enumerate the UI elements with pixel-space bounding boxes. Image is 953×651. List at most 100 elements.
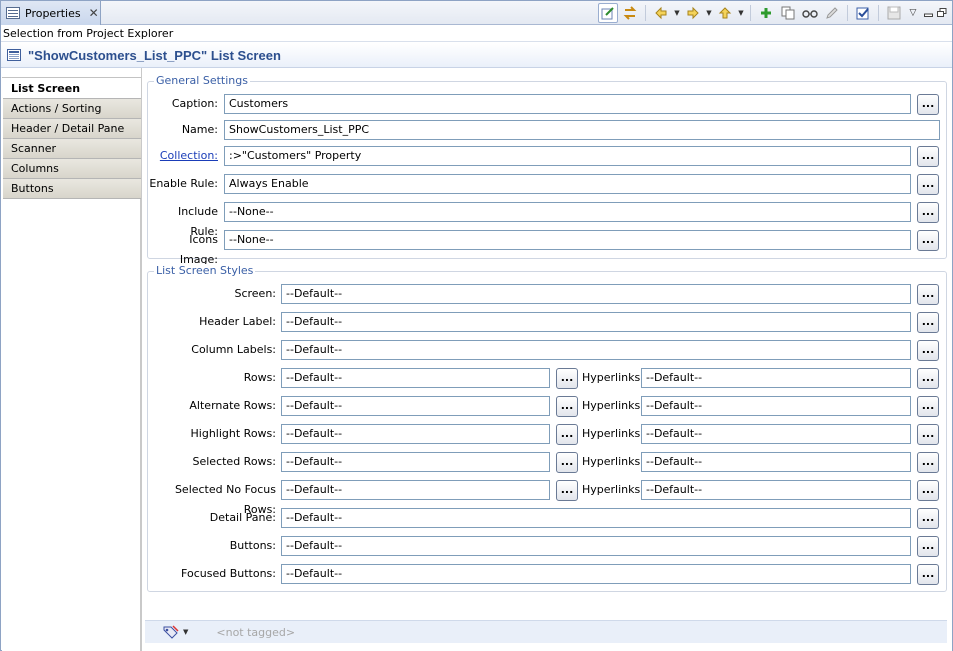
rows-style-field[interactable]: --Default-- <box>281 368 550 388</box>
tag-status: <not tagged> <box>216 625 296 639</box>
toolbar-separator <box>847 5 848 21</box>
screen-style-field[interactable]: --Default-- <box>281 284 911 304</box>
name-field[interactable]: ShowCustomers_List_PPC <box>224 120 940 140</box>
selected-rows-hyperlinks-label: Hyperlinks: <box>582 455 644 468</box>
enable-rule-field[interactable]: Always Enable <box>224 174 911 194</box>
section-tabs-background <box>2 199 141 651</box>
focused-buttons-style-browse-button[interactable]: ... <box>917 564 939 585</box>
selected-rows-style-field[interactable]: --Default-- <box>281 452 550 472</box>
selected-no-focus-rows-hyperlinks-label: Hyperlinks: <box>582 483 644 496</box>
buttons-style-browse-button[interactable]: ... <box>917 536 939 557</box>
include-rule-field[interactable]: --None-- <box>224 202 911 222</box>
up-menu-icon[interactable]: ▼ <box>737 3 745 23</box>
buttons-style-label: Buttons: <box>229 539 276 552</box>
tag-menu-chevron-down-icon[interactable]: ▼ <box>183 628 188 636</box>
highlight-rows-style-field[interactable]: --Default-- <box>281 424 550 444</box>
enable-rule-label: Enable Rule: <box>149 177 218 190</box>
minimize-icon[interactable] <box>922 3 934 23</box>
forward-menu-icon[interactable]: ▼ <box>705 3 713 23</box>
header-label-style-label: Header Label: <box>199 315 276 328</box>
general-settings-group: General Settings Caption: Customers ... … <box>147 74 947 266</box>
collection-browse-button[interactable]: ... <box>917 146 939 167</box>
view-menu-icon[interactable]: ▽ <box>906 3 920 23</box>
caption-browse-button[interactable]: ... <box>917 94 939 115</box>
alternate-rows-style-browse-button[interactable]: ... <box>556 396 578 417</box>
selected-no-focus-rows-hyperlinks-browse-button[interactable]: ... <box>917 480 939 501</box>
selected-rows-hyperlinks-browse-button[interactable]: ... <box>917 452 939 473</box>
detail-pane-style-field[interactable]: --Default-- <box>281 508 911 528</box>
rows-hyperlinks-browse-button[interactable]: ... <box>917 368 939 389</box>
properties-view: Properties ✕ ▼ ▼ ▼ ▽ Selection from Proj… <box>0 0 953 651</box>
highlight-rows-style-label: Highlight Rows: <box>190 427 276 440</box>
close-icon[interactable]: ✕ <box>89 7 99 19</box>
highlight-rows-style-browse-button[interactable]: ... <box>556 424 578 445</box>
alternate-rows-style-label: Alternate Rows: <box>189 399 276 412</box>
properties-content: General Settings Caption: Customers ... … <box>141 68 952 651</box>
alternate-rows-hyperlinks-field[interactable]: --Default-- <box>641 396 911 416</box>
highlight-rows-hyperlinks-browse-button[interactable]: ... <box>917 424 939 445</box>
alternate-rows-hyperlinks-browse-button[interactable]: ... <box>917 396 939 417</box>
validate-icon[interactable] <box>853 3 873 23</box>
alternate-rows-style-field[interactable]: --Default-- <box>281 396 550 416</box>
group-title: List Screen Styles <box>154 264 256 278</box>
section-tab-scanner[interactable]: Scanner <box>3 139 141 159</box>
focused-buttons-style-field[interactable]: --Default-- <box>281 564 911 584</box>
glasses-icon[interactable] <box>800 3 820 23</box>
maximize-icon[interactable] <box>936 3 948 23</box>
add-icon[interactable] <box>756 3 776 23</box>
alternate-rows-hyperlinks-label: Hyperlinks: <box>582 399 644 412</box>
edit-pencil-icon[interactable] <box>822 3 842 23</box>
caption-label: Caption: <box>171 97 218 110</box>
caption-field[interactable]: Customers <box>224 94 911 114</box>
collection-link[interactable]: Collection: <box>148 146 218 166</box>
selected-rows-hyperlinks-field[interactable]: --Default-- <box>641 452 911 472</box>
rows-style-label: Rows: <box>243 371 276 384</box>
properties-tab[interactable]: Properties ✕ <box>1 1 101 25</box>
screen-style-browse-button[interactable]: ... <box>917 284 939 305</box>
header-label-style-browse-button[interactable]: ... <box>917 312 939 333</box>
selected-rows-style-browse-button[interactable]: ... <box>556 452 578 473</box>
column-labels-style-label: Column Labels: <box>191 343 276 356</box>
enable-rule-browse-button[interactable]: ... <box>917 174 939 195</box>
icons-image-field[interactable]: --None-- <box>224 230 911 250</box>
section-tabs-spacer <box>2 68 141 78</box>
sync-selection-icon[interactable] <box>620 3 640 23</box>
selected-no-focus-rows-style-browse-button[interactable]: ... <box>556 480 578 501</box>
include-rule-browse-button[interactable]: ... <box>917 202 939 223</box>
up-icon[interactable] <box>715 3 735 23</box>
detail-pane-style-browse-button[interactable]: ... <box>917 508 939 529</box>
include-rule-label: Include Rule: <box>177 205 218 238</box>
section-tab-buttons[interactable]: Buttons <box>3 179 141 199</box>
selected-no-focus-rows-style-field[interactable]: --Default-- <box>281 480 550 500</box>
rows-hyperlinks-field[interactable]: --Default-- <box>641 368 911 388</box>
section-tab-header-detail-pane[interactable]: Header / Detail Pane <box>3 119 141 139</box>
section-tab-columns[interactable]: Columns <box>3 159 141 179</box>
page-title-bar: "ShowCustomers_List_PPC" List Screen <box>1 43 952 68</box>
back-icon[interactable] <box>651 3 671 23</box>
name-label: Name: <box>181 123 218 136</box>
selected-no-focus-rows-style-label: Selected No Focus Rows: <box>174 483 276 516</box>
header-label-style-field[interactable]: --Default-- <box>281 312 911 332</box>
buttons-style-field[interactable]: --Default-- <box>281 536 911 556</box>
icons-image-browse-button[interactable]: ... <box>917 230 939 251</box>
forward-icon[interactable] <box>683 3 703 23</box>
collection-field[interactable]: :>"Customers" Property <box>224 146 911 166</box>
section-tab-list-screen-definition[interactable]: List Screen Definition <box>3 79 142 114</box>
back-menu-icon[interactable]: ▼ <box>673 3 681 23</box>
selected-no-focus-rows-hyperlinks-field[interactable]: --Default-- <box>641 480 911 500</box>
section-tab-actions-sorting[interactable]: Actions / Sorting <box>3 99 141 119</box>
list-screen-styles-group: List Screen Styles Screen: --Default-- .… <box>147 264 947 592</box>
pin-editor-icon[interactable] <box>598 3 618 23</box>
selection-source-label: Selection from Project Explorer <box>1 25 952 42</box>
page-title: "ShowCustomers_List_PPC" List Screen <box>28 47 281 63</box>
detail-pane-style-label: Detail Pane: <box>209 511 276 524</box>
selected-rows-style-label: Selected Rows: <box>192 455 277 468</box>
copy-icon[interactable] <box>778 3 798 23</box>
column-labels-style-browse-button[interactable]: ... <box>917 340 939 361</box>
highlight-rows-hyperlinks-field[interactable]: --Default-- <box>641 424 911 444</box>
list-screen-icon <box>7 49 21 61</box>
column-labels-style-field[interactable]: --Default-- <box>281 340 911 360</box>
rows-style-browse-button[interactable]: ... <box>556 368 578 389</box>
tag-icon[interactable] <box>162 624 180 640</box>
save-icon[interactable] <box>884 3 904 23</box>
